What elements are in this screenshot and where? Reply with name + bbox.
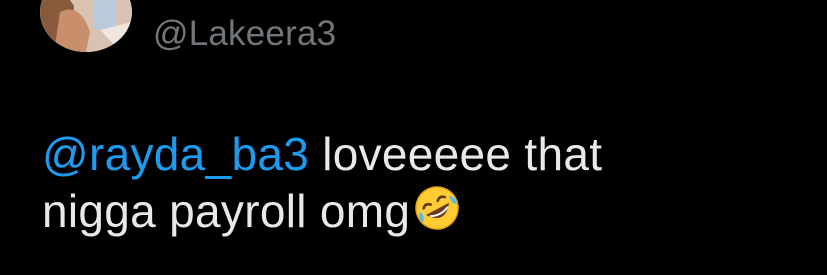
tweet-text-line2: nigga payroll omg	[42, 185, 411, 237]
avatar[interactable]	[40, 0, 132, 52]
tweet-text-line1: loveeeee that	[309, 128, 603, 180]
user-handle[interactable]: @Lakeera3	[153, 14, 336, 54]
tweet-text: @rayda_ba3 loveeeee that nigga payroll om…	[42, 126, 802, 240]
mention-link[interactable]: @rayda_ba3	[42, 128, 309, 180]
avatar-photo	[40, 0, 132, 52]
rofl-emoji-icon	[412, 183, 462, 233]
